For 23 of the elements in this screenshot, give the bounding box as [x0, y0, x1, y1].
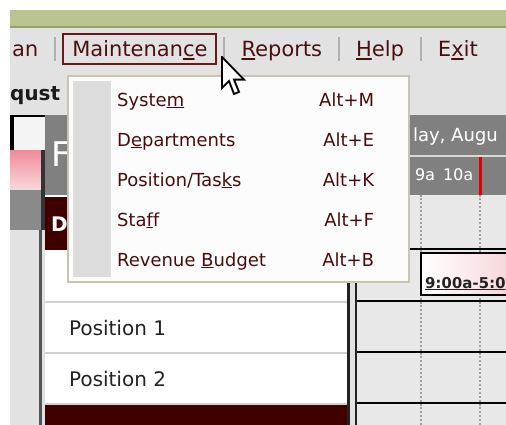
menu-option[interactable]: Departments Alt+E [111, 120, 408, 160]
position-name: Position 1 [69, 314, 166, 342]
schedule-date: lay, Augu [413, 124, 498, 148]
menu-option[interactable]: System Alt+M [111, 80, 408, 120]
menu-item[interactable]: an [10, 33, 48, 65]
menu-option[interactable]: Staff Alt+F [111, 200, 408, 240]
shift-block[interactable]: 9:00a-5:0 [420, 252, 506, 296]
panel-title: F [51, 138, 71, 172]
menu-item[interactable]: Maintenance [62, 33, 218, 65]
menu-option[interactable]: Position/Tasks Alt+K [111, 160, 408, 200]
side-panel [10, 150, 45, 190]
date-heading: qust [10, 82, 60, 102]
hour-label: 9a [415, 164, 435, 186]
menu-item[interactable]: Help [346, 33, 414, 65]
department-name: D [51, 210, 68, 238]
position-name: Position 2 [69, 366, 166, 392]
position-row[interactable]: Position 1 [45, 303, 347, 354]
shift-time: 9:00a-5:0 [425, 272, 506, 294]
menu-item[interactable]: Reports [231, 33, 332, 65]
current-time-line [479, 157, 482, 195]
menu-option[interactable]: Revenue Budget Alt+B [111, 240, 408, 280]
menu-item[interactable]: Exit [428, 33, 488, 65]
hour-label: 10a [443, 164, 474, 186]
